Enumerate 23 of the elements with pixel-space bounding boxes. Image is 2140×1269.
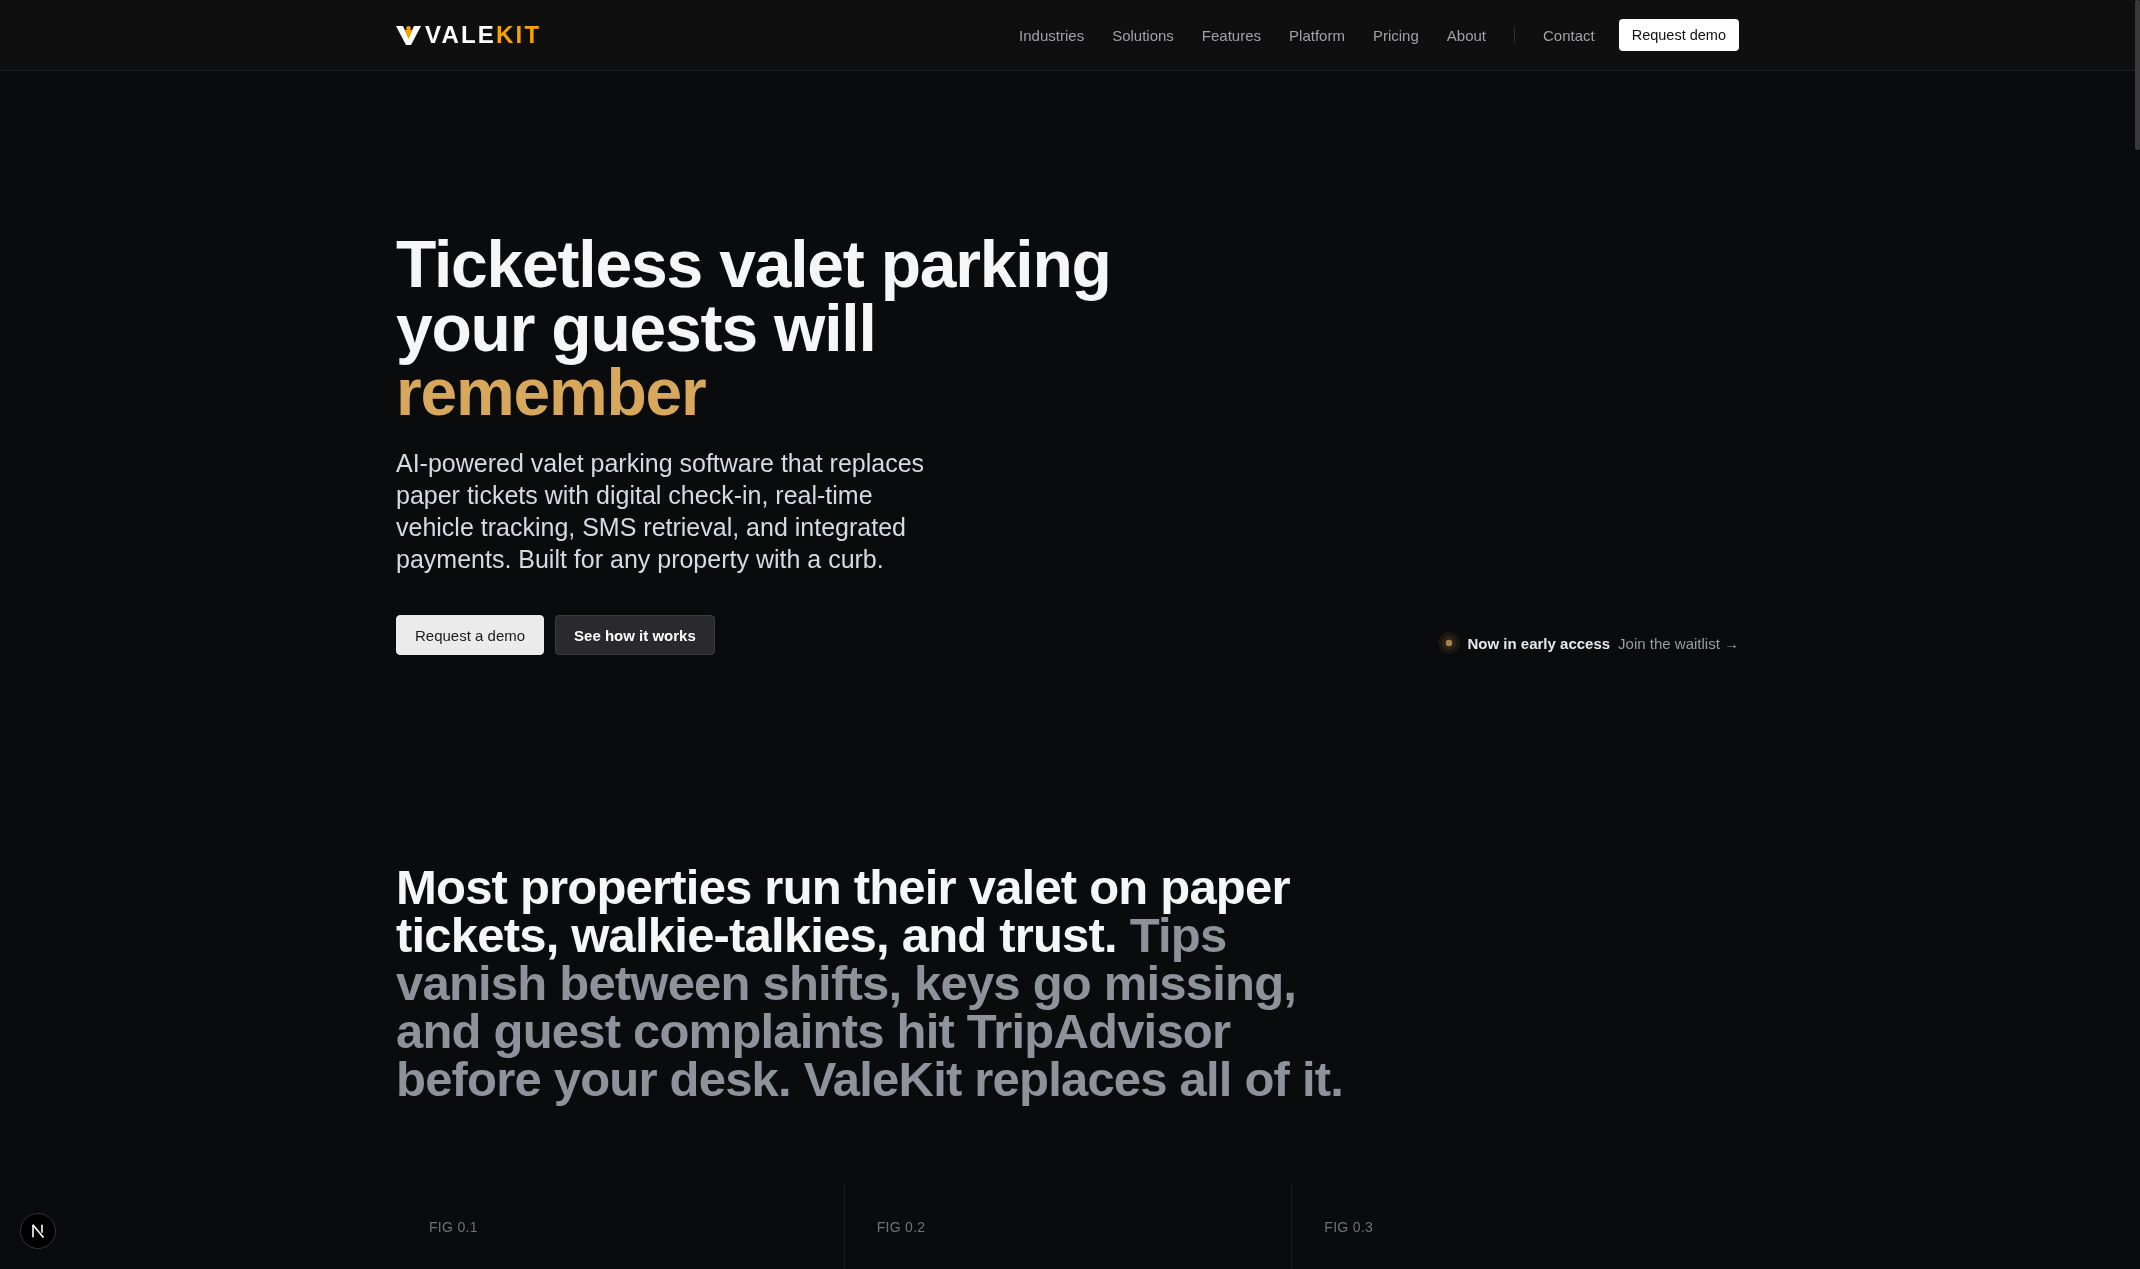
nav-link[interactable]: Pricing (1372, 26, 1419, 44)
n-logo-icon (31, 1224, 45, 1238)
logo-icon (396, 25, 421, 45)
nav-link[interactable]: Features (1201, 26, 1262, 44)
figure-label: FIG 0.3 (1324, 1219, 1374, 1235)
figure-label: FIG 0.1 (429, 1219, 478, 1235)
logo-wordmark[interactable]: VALEKIT (425, 23, 542, 47)
hero-headline: Ticketless valet parking your guests will remember (396, 232, 1112, 424)
nav-link[interactable]: Industries (1019, 26, 1085, 44)
figure-label: FIG 0.2 (876, 1219, 926, 1235)
status-label: Now in early access (1467, 634, 1611, 652)
primary-cta-button[interactable]: Request a demo (396, 615, 545, 655)
scrollbar-thumb[interactable] (2135, 0, 2140, 150)
waitlist-link[interactable]: Join the waitlist → (1618, 634, 1739, 652)
status-dot-icon (1437, 632, 1460, 654)
nav-link[interactable]: Contact (1543, 26, 1595, 44)
nav-link[interactable]: Platform (1289, 26, 1345, 44)
hero-description: AI-powered valet parking software that replaces paper tickets with digital check-in, real-time vehicle tracking, SMS retrieval, and integrated payments. Built for any property with a curb. (396, 448, 926, 575)
secondary-cta-button[interactable]: See how it works (555, 615, 715, 655)
nav-link[interactable]: About (1446, 26, 1486, 44)
dev-indicator-button[interactable] (20, 1213, 56, 1249)
request-demo-button[interactable]: Request demo (1618, 19, 1739, 51)
nav-link[interactable]: Solutions (1112, 26, 1174, 44)
